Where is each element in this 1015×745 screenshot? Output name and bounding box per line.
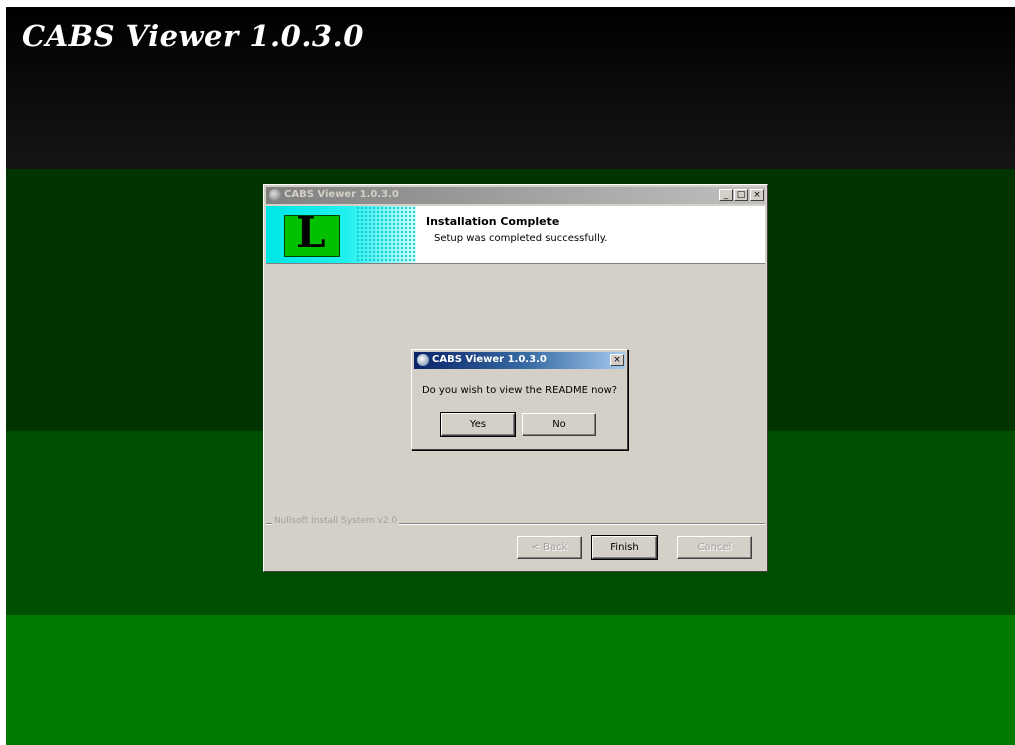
finish-button[interactable]: Finish: [591, 535, 658, 560]
yes-button[interactable]: Yes: [440, 412, 516, 437]
header-title: Installation Complete: [426, 215, 560, 228]
installer-header-logo: L: [266, 206, 416, 263]
cancel-button[interactable]: Cancel: [677, 536, 752, 559]
dialog-message: Do you wish to view the README now?: [421, 385, 618, 396]
minimize-button[interactable]: _: [719, 189, 733, 201]
no-button[interactable]: No: [522, 413, 596, 436]
background-band-light: [6, 615, 1015, 745]
maximize-button[interactable]: □: [734, 189, 748, 201]
installer-titlebar[interactable]: CABS Viewer 1.0.3.0 _ □ ×: [266, 187, 765, 204]
installer-title: CABS Viewer 1.0.3.0: [284, 189, 399, 200]
back-button[interactable]: < Back: [517, 536, 582, 559]
logo-letter: L: [296, 208, 326, 257]
branding-text: Nullsoft Install System v2.0: [272, 516, 400, 526]
dialog-close-button[interactable]: ×: [610, 354, 624, 366]
readme-dialog: CABS Viewer 1.0.3.0 × Do you wish to vie…: [411, 349, 628, 450]
dialog-app-icon: [417, 354, 429, 366]
dialog-title: CABS Viewer 1.0.3.0: [432, 354, 547, 365]
header-subtitle: Setup was completed successfully.: [434, 233, 608, 244]
dialog-titlebar[interactable]: CABS Viewer 1.0.3.0 ×: [414, 352, 625, 369]
installer-header: L Installation Complete Setup was comple…: [266, 206, 765, 264]
installer-app-icon: [269, 189, 281, 201]
background-title: CABS Viewer 1.0.3.0: [22, 19, 364, 53]
logo-dither-pattern: [356, 206, 416, 263]
close-button[interactable]: ×: [750, 189, 764, 201]
